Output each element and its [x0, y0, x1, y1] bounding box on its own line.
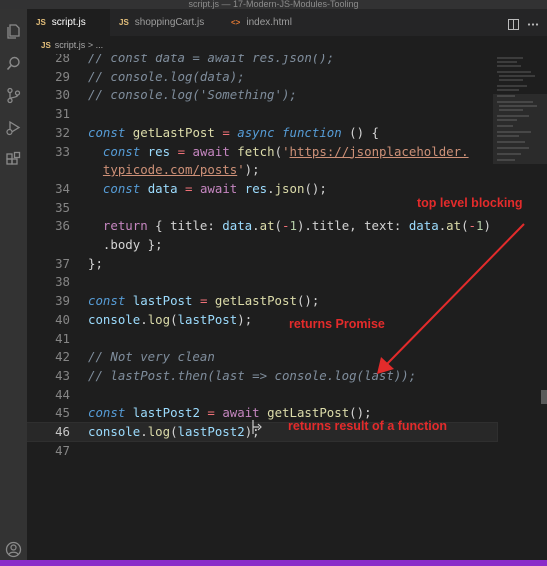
tab-shoppingcart-js[interactable]: JS shoppingCart.js	[110, 9, 222, 36]
annotation-arrow	[377, 223, 525, 374]
code-editor[interactable]: 28// const data = await res.json(); 29// …	[27, 54, 547, 560]
tab-label: shoppingCart.js	[134, 17, 205, 28]
source-control-icon[interactable]	[5, 87, 22, 104]
status-bar	[0, 560, 547, 566]
tab-label: script.js	[51, 17, 86, 28]
tab-label: index.html	[246, 17, 292, 28]
js-file-icon: JS	[36, 18, 46, 27]
mouse-cursor-icon	[252, 420, 262, 434]
more-actions-icon[interactable]	[527, 17, 539, 35]
run-debug-icon[interactable]	[5, 119, 22, 136]
js-file-icon: JS	[41, 41, 51, 50]
tab-index-html[interactable]: <> index.html	[222, 9, 322, 36]
activity-bar	[0, 9, 27, 560]
tab-script-js[interactable]: JS script.js	[27, 9, 110, 36]
split-editor-icon[interactable]	[508, 17, 519, 35]
chevron-right-icon: >	[87, 40, 94, 50]
breadcrumb-more[interactable]: ...	[96, 40, 104, 50]
js-file-icon: JS	[119, 18, 129, 27]
extensions-icon[interactable]	[5, 151, 22, 168]
account-icon[interactable]	[5, 541, 22, 558]
html-file-icon: <>	[231, 18, 241, 27]
search-icon[interactable]	[5, 55, 22, 72]
breadcrumb-file[interactable]: script.js	[55, 40, 86, 50]
explorer-icon[interactable]	[5, 23, 22, 40]
tab-bar: JS script.js JS shoppingCart.js <> index…	[27, 9, 547, 36]
breadcrumb: JS script.js > ...	[27, 36, 547, 54]
window-title: script.js — 17-Modern-JS-Modules-Tooling	[0, 0, 547, 9]
